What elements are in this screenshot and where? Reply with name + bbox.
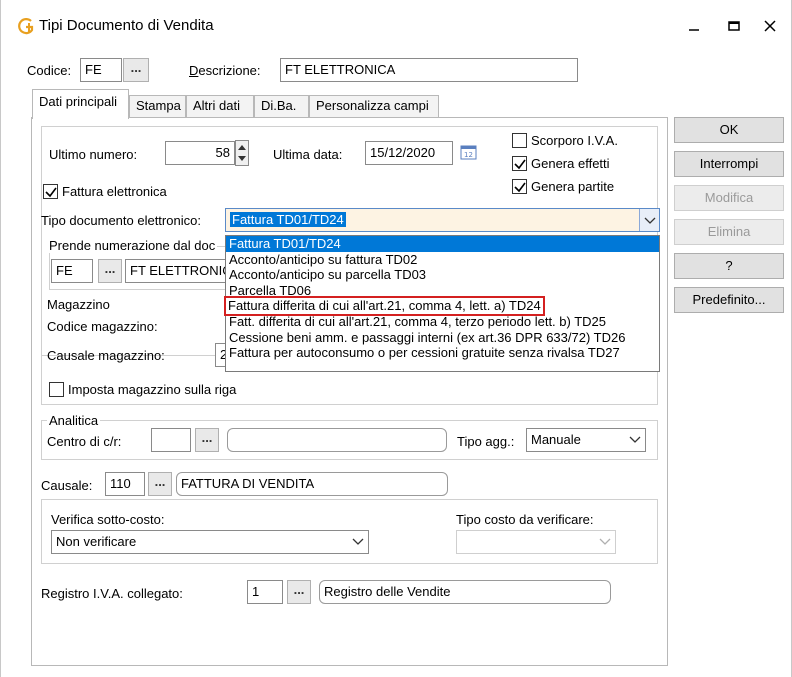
- ultimo-numero-input[interactable]: 58: [165, 141, 235, 165]
- dropdown-item[interactable]: Cessione beni amm. e passaggi interni (e…: [226, 330, 659, 346]
- tab-stampa[interactable]: Stampa: [129, 95, 186, 117]
- ultimo-numero-label: Ultimo numero:: [49, 147, 138, 162]
- prende-lookup-button[interactable]: ...: [98, 259, 122, 283]
- causale-label: Causale:: [41, 478, 93, 493]
- ultimo-numero-spinner[interactable]: [235, 140, 249, 166]
- scorporo-checkbox[interactable]: [512, 133, 527, 148]
- calendar-icon[interactable]: 12: [460, 143, 478, 164]
- tab-dati-principali[interactable]: Dati principali: [32, 89, 129, 119]
- minimize-button[interactable]: [677, 12, 711, 40]
- descrizione-label: Descrizione:: [189, 63, 261, 78]
- dropdown-item[interactable]: Parcella TD06: [226, 283, 659, 299]
- dropdown-item[interactable]: Fattura TD01/TD24: [226, 236, 659, 252]
- genera-effetti-label: Genera effetti: [531, 156, 610, 171]
- maximize-button[interactable]: [717, 12, 751, 40]
- analitica-title: Analitica: [47, 413, 101, 428]
- tipo-doc-dropdown-button[interactable]: [639, 209, 659, 231]
- centro-input[interactable]: [151, 428, 191, 452]
- descrizione-input[interactable]: FT ELETTRONICA: [280, 58, 578, 82]
- genera-partite-label: Genera partite: [531, 179, 615, 194]
- chevron-down-icon: [352, 538, 364, 545]
- tipo-agg-label: Tipo agg.:: [457, 434, 515, 449]
- svg-text:12: 12: [464, 151, 473, 159]
- ultima-data-label: Ultima data:: [273, 147, 343, 162]
- dropdown-item[interactable]: Acconto/anticipo su parcella TD03: [226, 267, 659, 283]
- codice-input[interactable]: FE: [80, 58, 122, 82]
- check-icon: [514, 159, 526, 170]
- verifica-select[interactable]: Non verificare: [51, 530, 369, 554]
- registro-desc-input[interactable]: Registro delle Vendite: [319, 580, 611, 604]
- interrompi-button[interactable]: Interrompi: [674, 151, 784, 177]
- fattura-elettronica-label: Fattura elettronica: [62, 184, 167, 199]
- imposta-magazzino-label: Imposta magazzino sulla riga: [68, 382, 237, 397]
- causale-code-input[interactable]: 110: [105, 472, 145, 496]
- codice-label: Codice:: [27, 63, 72, 78]
- dropdown-item[interactable]: Fattura per autoconsumo o per cessioni g…: [226, 345, 659, 361]
- ok-button[interactable]: OK: [674, 117, 784, 143]
- tipo-doc-label: Tipo documento elettronico:: [41, 213, 201, 228]
- window-title: Tipi Documento di Vendita: [39, 17, 214, 34]
- prende-desc-input[interactable]: FT ELETTRONIC: [125, 259, 229, 283]
- prende-code-input[interactable]: FE: [51, 259, 93, 283]
- scorporo-label: Scorporo I.V.A.: [531, 133, 618, 148]
- centro-lookup-button[interactable]: ...: [195, 428, 219, 452]
- chevron-down-icon: [644, 217, 656, 224]
- elimina-button[interactable]: Elimina: [674, 219, 784, 245]
- main-window: Tipi Documento di Vendita Codice: FE ...…: [0, 0, 792, 677]
- tipo-doc-dropdown-list[interactable]: Fattura TD01/TD24 Acconto/anticipo su fa…: [224, 235, 660, 372]
- chevron-down-icon: [629, 436, 641, 443]
- dropdown-item[interactable]: Fatt. differita di cui all'art.21, comma…: [226, 314, 659, 330]
- causale-lookup-button[interactable]: ...: [148, 472, 172, 496]
- predefinito-button[interactable]: Predefinito...: [674, 287, 784, 313]
- check-icon: [514, 182, 526, 193]
- registro-lookup-button[interactable]: ...: [287, 580, 311, 604]
- fattura-elettronica-checkbox[interactable]: [43, 184, 58, 199]
- prende-num-label: Prende numerazione dal doc: [49, 238, 218, 253]
- tab-altri-dati[interactable]: Altri dati: [186, 95, 254, 117]
- tab-personalizza-campi[interactable]: Personalizza campi: [309, 95, 439, 117]
- dropdown-item-highlighted[interactable]: Fattura differita di cui all'art.21, com…: [224, 296, 659, 316]
- highlighted-item-text: Fattura differita di cui all'art.21, com…: [224, 296, 545, 316]
- tab-diba[interactable]: Di.Ba.: [254, 95, 309, 117]
- tipo-costo-label: Tipo costo da verificare:: [456, 512, 594, 527]
- codice-lookup-button[interactable]: ...: [123, 58, 149, 82]
- causale-desc-input[interactable]: FATTURA DI VENDITA: [176, 472, 448, 496]
- genera-effetti-checkbox[interactable]: [512, 156, 527, 171]
- causale-magazzino-label: Causale magazzino:: [47, 348, 165, 363]
- close-button[interactable]: [753, 12, 787, 40]
- title-bar: Tipi Documento di Vendita: [1, 0, 791, 46]
- tipo-doc-select[interactable]: Fattura TD01/TD24: [225, 208, 660, 232]
- app-logo-icon: [17, 18, 35, 36]
- help-button[interactable]: ?: [674, 253, 784, 279]
- tipo-costo-select[interactable]: [456, 530, 616, 554]
- magazzino-title: Magazzino: [47, 297, 110, 312]
- verifica-value: Non verificare: [56, 534, 137, 549]
- descrizione-label-text: escrizione:: [198, 63, 261, 78]
- check-icon: [45, 187, 57, 198]
- spinner-arrows-icon: [238, 145, 246, 161]
- ultima-data-input[interactable]: 15/12/2020: [365, 141, 453, 165]
- verifica-label: Verifica sotto-costo:: [51, 512, 165, 527]
- chevron-down-icon: [599, 538, 611, 545]
- registro-label: Registro I.V.A. collegato:: [41, 586, 183, 601]
- centro-label: Centro di c/r:: [47, 434, 122, 449]
- centro-desc-input[interactable]: [227, 428, 447, 452]
- genera-partite-checkbox[interactable]: [512, 179, 527, 194]
- imposta-magazzino-checkbox[interactable]: [49, 382, 64, 397]
- tipo-doc-selected-value: Fattura TD01/TD24: [230, 212, 346, 227]
- dropdown-item[interactable]: Acconto/anticipo su fattura TD02: [226, 252, 659, 268]
- registro-code-input[interactable]: 1: [247, 580, 283, 604]
- modifica-button[interactable]: Modifica: [674, 185, 784, 211]
- tipo-agg-select[interactable]: Manuale: [526, 428, 646, 452]
- tipo-agg-value: Manuale: [531, 432, 581, 447]
- codice-magazzino-label: Codice magazzino:: [47, 319, 158, 334]
